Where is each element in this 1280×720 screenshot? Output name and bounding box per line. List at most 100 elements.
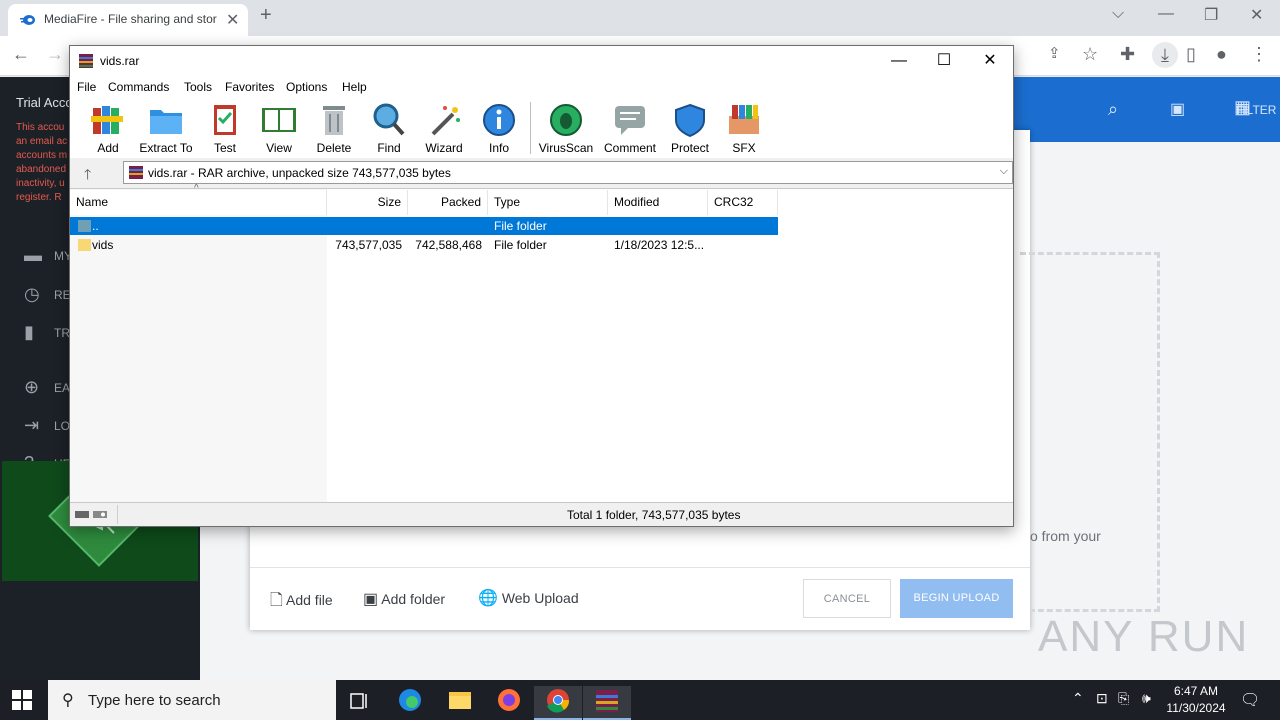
upload-footer: 🗋 Add file ▣ Add folder 🌐 Web Upload CAN… bbox=[250, 567, 1030, 630]
windows-start-icon[interactable] bbox=[12, 690, 32, 710]
earn-plus-icon[interactable]: ⊕ bbox=[24, 377, 39, 398]
profile-avatar-icon[interactable]: ● bbox=[1216, 44, 1227, 65]
file-explorer-icon[interactable] bbox=[436, 686, 484, 720]
cell-size: 743,577,035 bbox=[335, 238, 402, 252]
column-name[interactable]: Name bbox=[70, 190, 327, 215]
menu-tools[interactable]: Tools bbox=[184, 80, 212, 94]
column-packed[interactable]: Packed bbox=[408, 190, 488, 215]
minimize-icon[interactable]: — bbox=[877, 50, 921, 72]
close-icon[interactable]: ✕ bbox=[968, 50, 1012, 72]
notifications-icon[interactable]: 🗨 bbox=[1240, 690, 1260, 710]
column-size[interactable]: Size bbox=[327, 190, 408, 215]
edge-browser-icon[interactable] bbox=[386, 686, 434, 720]
view-book-icon bbox=[262, 108, 296, 132]
new-tab-button[interactable]: + bbox=[260, 4, 272, 27]
new-folder-icon[interactable]: ▣ bbox=[1170, 99, 1185, 119]
toolbar-separator bbox=[530, 102, 531, 154]
side-panel-icon[interactable]: ▯ bbox=[1186, 44, 1196, 65]
tray-chevron-icon[interactable]: ⌃ bbox=[1072, 690, 1084, 707]
begin-upload-button[interactable]: BEGIN UPLOAD bbox=[900, 579, 1013, 618]
download-icon[interactable]: ⤓ bbox=[1152, 42, 1178, 68]
tab-close-icon[interactable]: ✕ bbox=[226, 10, 239, 30]
tray-device-icon[interactable]: ⊡ bbox=[1096, 690, 1108, 707]
web-upload-button[interactable]: 🌐 Web Upload bbox=[478, 588, 579, 608]
path-dropdown-chevron-icon[interactable]: ⌵ bbox=[1000, 165, 1008, 178]
cancel-button[interactable]: CANCEL bbox=[803, 579, 891, 618]
winrar-taskbar-icon[interactable] bbox=[583, 686, 631, 720]
forward-icon[interactable]: → bbox=[46, 44, 64, 65]
browser-menu-icon[interactable]: ⋮ bbox=[1250, 44, 1268, 65]
tab-title: MediaFire - File sharing and stor bbox=[44, 12, 217, 26]
sidebar-item-trash[interactable]: TR bbox=[54, 326, 70, 340]
virusscan-bug-icon bbox=[550, 104, 582, 136]
archive-icon bbox=[129, 166, 143, 179]
drop-zone-hint: o from your bbox=[1030, 528, 1101, 544]
menu-file[interactable]: File bbox=[77, 80, 96, 94]
folder-icon[interactable]: ▬ bbox=[24, 245, 42, 266]
cell-type: File folder bbox=[494, 219, 547, 233]
path-field[interactable]: vids.rar - RAR archive, unpacked size 74… bbox=[123, 161, 1013, 184]
add-folder-button[interactable]: ▣ Add folder bbox=[363, 589, 445, 609]
column-modified[interactable]: Modified bbox=[608, 190, 708, 215]
add-file-button[interactable]: 🗋 Add file bbox=[270, 589, 333, 616]
share-icon[interactable]: ⇪ bbox=[1048, 44, 1061, 62]
extract-to-button[interactable]: Extract To bbox=[134, 102, 198, 156]
restore-browser-icon[interactable]: ❐ bbox=[1204, 5, 1218, 25]
status-divider bbox=[117, 505, 118, 524]
trash-icon[interactable]: ▮ bbox=[24, 322, 34, 343]
parent-folder-icon bbox=[78, 220, 91, 232]
winrar-window: vids.rar — ☐ ✕ File Commands Tools Favor… bbox=[69, 45, 1014, 527]
protect-shield-icon bbox=[675, 103, 705, 138]
column-type[interactable]: Type bbox=[488, 190, 608, 215]
sfx-box-icon bbox=[729, 105, 759, 134]
network-icon[interactable]: ⎘ bbox=[1118, 690, 1129, 707]
path-bar: 🡑 vids.rar - RAR archive, unpacked size … bbox=[70, 159, 1013, 186]
sidebar-item-logout[interactable]: LO bbox=[54, 419, 70, 433]
menu-options[interactable]: Options bbox=[286, 80, 327, 94]
sidebar-account-warning: This accou an email ac accounts m abando… bbox=[16, 122, 68, 203]
bookmark-star-icon[interactable]: ☆ bbox=[1082, 44, 1098, 65]
window-title: vids.rar bbox=[100, 54, 140, 68]
winrar-titlebar[interactable]: vids.rar — ☐ ✕ bbox=[70, 46, 1013, 76]
column-crc32[interactable]: CRC32 bbox=[708, 190, 778, 215]
browser-tab[interactable]: MediaFire - File sharing and stor ✕ bbox=[8, 4, 248, 36]
mediafire-favicon-icon bbox=[20, 15, 35, 25]
sfx-button[interactable]: SFX bbox=[712, 102, 776, 156]
table-row[interactable]: vids 743,577,035 742,588,468 File folder… bbox=[70, 236, 778, 254]
search-icon[interactable]: ⌕ bbox=[1108, 99, 1118, 120]
add-folder-label: Add folder bbox=[381, 591, 446, 607]
virusscan-button[interactable]: VirusScan bbox=[534, 102, 598, 156]
volume-icon[interactable]: 🕪 bbox=[1142, 690, 1151, 707]
taskbar-search-input[interactable]: ⚲ Type here to search bbox=[48, 680, 336, 720]
chrome-icon[interactable] bbox=[534, 686, 582, 720]
minimize-browser-icon[interactable]: — bbox=[1158, 5, 1174, 23]
add-button[interactable]: Add bbox=[76, 102, 140, 156]
maximize-icon[interactable]: ☐ bbox=[922, 50, 966, 72]
up-folder-icon[interactable]: 🡑 bbox=[84, 164, 91, 188]
windows-taskbar: ⚲ Type here to search ⌃ ⊡ ⎘ 🕪 6:47 AM 11… bbox=[0, 680, 1280, 720]
menu-help[interactable]: Help bbox=[342, 80, 367, 94]
comment-button[interactable]: Comment bbox=[598, 102, 662, 156]
anyrun-watermark-logo: ANY RUN bbox=[1038, 612, 1250, 661]
menu-commands[interactable]: Commands bbox=[108, 80, 169, 94]
tab-search-chevron-icon[interactable]: ⌵ bbox=[1112, 5, 1124, 23]
table-row[interactable]: .. File folder bbox=[70, 217, 778, 235]
logout-icon[interactable]: ⇥ bbox=[24, 415, 39, 436]
file-list: ^ Name Size Packed Type Modified CRC32 .… bbox=[70, 183, 1013, 503]
menu-favorites[interactable]: Favorites bbox=[225, 80, 274, 94]
extensions-icon[interactable]: ✚ bbox=[1120, 44, 1135, 65]
add-file-icon: 🗋 bbox=[270, 592, 283, 609]
clock-time[interactable]: 6:47 AM bbox=[1172, 684, 1220, 698]
back-icon[interactable]: ← bbox=[12, 44, 30, 65]
firefox-icon[interactable] bbox=[485, 686, 533, 720]
info-button[interactable]: Info bbox=[467, 102, 531, 156]
recent-clock-icon[interactable]: ◷ bbox=[24, 284, 40, 305]
task-view-icon[interactable] bbox=[336, 686, 384, 720]
sidebar-item-earn[interactable]: EA bbox=[54, 381, 70, 395]
grid-view-icon[interactable]: ▦ bbox=[1234, 97, 1251, 118]
close-browser-icon[interactable]: ✕ bbox=[1250, 5, 1263, 25]
winrar-app-icon bbox=[79, 54, 93, 68]
clock-date[interactable]: 11/30/2024 bbox=[1160, 701, 1232, 715]
winrar-toolbar: Add Extract To Test View Delete Find Wiz… bbox=[70, 98, 1013, 158]
winrar-menubar: File Commands Tools Favorites Options He… bbox=[70, 76, 1013, 98]
